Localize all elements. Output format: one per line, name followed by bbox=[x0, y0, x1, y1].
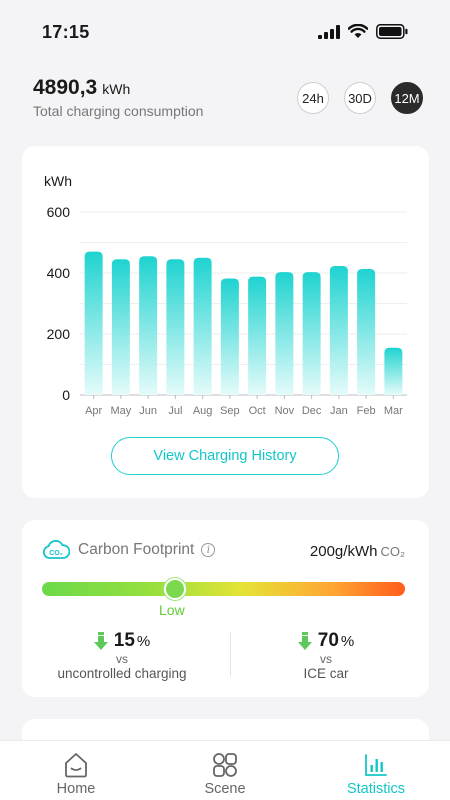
status-icons bbox=[318, 24, 408, 39]
wifi-icon bbox=[348, 24, 368, 38]
x-tick-label: Oct bbox=[249, 405, 266, 417]
x-tick-label: May bbox=[110, 405, 131, 417]
total-consumption-value: 4890,3 bbox=[33, 76, 98, 99]
savings-stat-uncontrolled: 15% vs uncontrolled charging bbox=[32, 630, 212, 682]
savings-unit: % bbox=[340, 633, 355, 650]
tab-scene[interactable]: Scene bbox=[175, 751, 275, 797]
consumption-bar-chart: kWh 0 200 400 600 Apr May Jun Jul Aug Sep Oct Nov Dec… bbox=[44, 173, 407, 417]
savings-value: 70 bbox=[317, 630, 339, 651]
bar-may bbox=[111, 259, 130, 395]
x-tick-label: Apr bbox=[85, 405, 102, 417]
y-axis-label: kWh bbox=[44, 173, 72, 189]
signal-icon bbox=[318, 24, 340, 39]
x-tick-label: Aug bbox=[193, 405, 213, 417]
bar-jun bbox=[139, 256, 158, 395]
home-icon bbox=[65, 752, 87, 777]
bar-mar bbox=[384, 347, 403, 395]
down-arrow-icon bbox=[93, 632, 108, 650]
bar-jul bbox=[166, 259, 185, 395]
x-tick-label: Dec bbox=[302, 405, 322, 417]
savings-unit: % bbox=[136, 633, 151, 650]
battery-icon bbox=[376, 24, 408, 39]
savings-stat-ice: 70% vs ICE car bbox=[236, 630, 416, 682]
range-button-12m[interactable]: 12M bbox=[391, 82, 423, 114]
stat-divider bbox=[230, 632, 231, 676]
x-tick-label: Mar bbox=[384, 405, 403, 417]
bar-aug bbox=[193, 257, 212, 395]
x-tick-label: Jan bbox=[330, 405, 348, 417]
scene-icon bbox=[213, 752, 237, 777]
statistics-icon bbox=[365, 753, 387, 776]
carbon-level-gradient-bar bbox=[42, 582, 405, 596]
tab-home-label: Home bbox=[56, 781, 96, 797]
x-tick-label: Jun bbox=[139, 405, 157, 417]
bottom-tab-bar: Home Scene Statistics bbox=[0, 740, 450, 800]
x-tick-label: Jul bbox=[168, 405, 182, 417]
carbon-rate-unit: CO₂ bbox=[380, 544, 405, 559]
bar-oct bbox=[248, 276, 267, 395]
savings-value: 15 bbox=[113, 630, 135, 651]
savings-description: uncontrolled charging bbox=[57, 666, 187, 681]
bar-sep bbox=[220, 278, 239, 395]
savings-vs-label: vs bbox=[320, 652, 332, 666]
view-charging-history-button[interactable]: View Charging History bbox=[111, 437, 339, 475]
savings-vs-label: vs bbox=[116, 652, 128, 666]
tab-scene-label: Scene bbox=[204, 781, 246, 797]
x-tick-label: Sep bbox=[220, 405, 240, 417]
x-tick-label: Feb bbox=[357, 405, 376, 417]
bar-apr bbox=[84, 251, 103, 395]
range-button-24h[interactable]: 24h bbox=[297, 82, 329, 114]
bar-dec bbox=[302, 272, 321, 395]
total-consumption-unit: kWh bbox=[102, 81, 131, 97]
savings-description: ICE car bbox=[303, 666, 349, 681]
x-tick-label: Nov bbox=[275, 405, 295, 417]
carbon-footprint-title: Carbon Footprint bbox=[78, 541, 195, 558]
y-tick-label: 200 bbox=[47, 326, 71, 342]
y-tick-label: 400 bbox=[47, 265, 71, 281]
tab-home[interactable]: Home bbox=[26, 751, 126, 797]
range-button-30d[interactable]: 30D bbox=[344, 82, 376, 114]
down-arrow-icon bbox=[297, 632, 312, 650]
bar-nov bbox=[275, 272, 294, 395]
bar-feb bbox=[357, 269, 376, 395]
status-time: 17:15 bbox=[42, 22, 90, 42]
co2-cloud-icon: CO₂ bbox=[42, 540, 70, 559]
range-selector: 24h 30D 12M bbox=[297, 82, 423, 114]
y-tick-label: 0 bbox=[62, 387, 70, 403]
tab-statistics-label: Statistics bbox=[346, 781, 405, 797]
tab-statistics[interactable]: Statistics bbox=[326, 751, 426, 797]
carbon-level-indicator bbox=[164, 578, 186, 600]
status-bar: 17:15 bbox=[0, 0, 450, 66]
svg-text:CO₂: CO₂ bbox=[49, 550, 63, 557]
carbon-rate: 200g/kWh CO₂ bbox=[310, 543, 405, 560]
bar-jan bbox=[329, 265, 348, 395]
consumption-chart-card: kWh 0 200 400 600 Apr May Jun Jul Aug Sep Oct Nov Dec… bbox=[22, 146, 429, 498]
consumption-summary: 4890,3 kWh Total charging consumption 24… bbox=[33, 76, 423, 126]
carbon-level-label: Low bbox=[159, 602, 185, 618]
carbon-rate-value: 200g/kWh bbox=[309, 543, 378, 560]
info-icon[interactable]: i bbox=[201, 543, 216, 557]
carbon-footprint-card: CO₂ Carbon Footprint i 200g/kWh CO₂ Low 1… bbox=[22, 520, 429, 697]
y-tick-label: 600 bbox=[47, 204, 71, 220]
